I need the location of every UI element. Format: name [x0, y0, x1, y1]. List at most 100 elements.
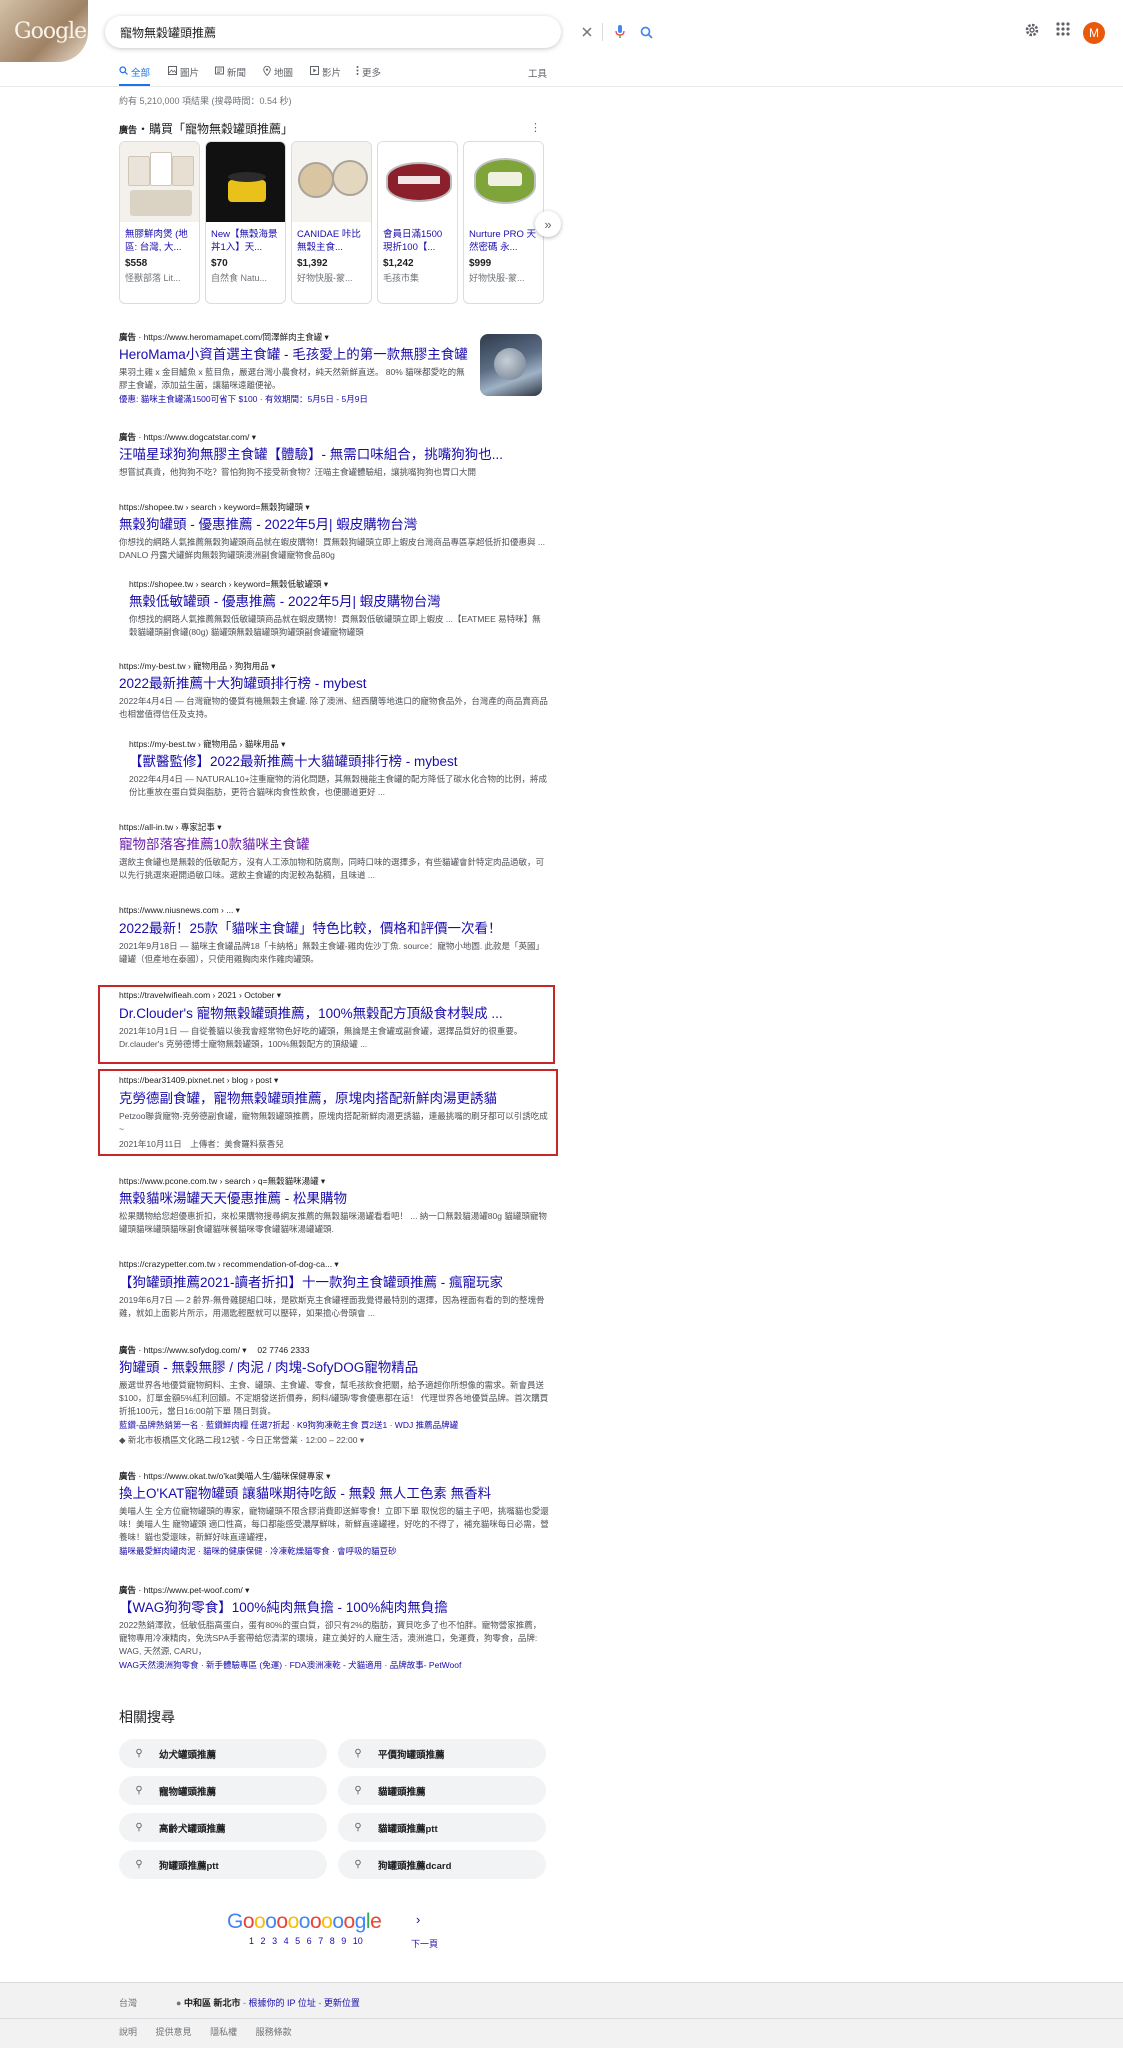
product-image[interactable]	[120, 142, 199, 222]
product-title[interactable]: New【無穀海景丼1入】天...	[206, 222, 285, 254]
product-image[interactable]	[206, 142, 285, 222]
product-card[interactable]: New【無穀海景丼1入】天... $70 自然食 Natu...	[205, 141, 286, 304]
result-url[interactable]: https://all-in.tw › 專家記事 ▾	[119, 821, 549, 833]
product-image[interactable]	[378, 142, 457, 222]
search-icon[interactable]	[634, 16, 658, 48]
result-title[interactable]: 汪喵星球狗狗無膠主食罐【體驗】- 無需口味組合，挑嘴狗狗也...	[119, 446, 549, 464]
footer-link-help[interactable]: 說明	[119, 2027, 137, 2037]
carousel-next-button[interactable]: »	[535, 211, 561, 237]
result-title[interactable]: 2022最新！25款「貓咪主食罐」特色比較，價格和評價一次看！	[119, 920, 549, 938]
result-url[interactable]: https://my-best.tw › 寵物用品 › 狗狗用品 ▾	[119, 660, 549, 672]
tab-news[interactable]: 新聞	[215, 64, 246, 80]
result-url[interactable]: https://shopee.tw › search › keyword=無穀低…	[129, 578, 549, 590]
account-avatar[interactable]: M	[1083, 22, 1105, 44]
result-url[interactable]: 廣告 · https://www.dogcatstar.com/ ▾	[119, 431, 549, 443]
page-link[interactable]: 3	[272, 1936, 277, 1946]
page-link[interactable]: 5	[295, 1936, 300, 1946]
result-sitelinks[interactable]: 貓咪最愛鮮肉罐肉泥 · 貓咪的健康保健 · 冷凍乾燥貓零食 · 會呼吸的貓豆砂	[119, 1545, 549, 1558]
related-search-chip[interactable]: ⚲ 狗罐頭推薦ptt	[119, 1850, 327, 1879]
footer-region: 台灣	[119, 1998, 138, 2008]
product-title[interactable]: 會員日滿1500 現折100【...	[378, 222, 457, 254]
footer-link-privacy[interactable]: 隱私權	[210, 2027, 237, 2037]
tab-all[interactable]: 全部	[119, 64, 150, 80]
related-search-chip[interactable]: ⚲ 貓罐頭推薦ptt	[338, 1813, 546, 1842]
product-card[interactable]: Nurture PRO 天然密碼 永... $999 好物快服-蒙...	[463, 141, 544, 304]
page-link[interactable]: 7	[318, 1936, 323, 1946]
result-snippet: 你想找的網路人氣推薦無穀低敏罐頭商品就在蝦皮購物！買無穀低敏罐頭立即上蝦皮 ..…	[129, 614, 541, 637]
product-image[interactable]	[464, 142, 543, 222]
related-search-chip[interactable]: ⚲ 幼犬罐頭推薦	[119, 1739, 327, 1768]
result-thumbnail[interactable]	[480, 334, 542, 396]
page-link[interactable]: 9	[341, 1936, 346, 1946]
update-location-link[interactable]: 更新位置	[324, 1998, 360, 2008]
tab-more[interactable]: 更多	[356, 64, 381, 80]
google-logo[interactable]: Google	[14, 19, 87, 44]
result-url[interactable]: 廣告 · https://www.heromamapet.com/岡澤鮮肉主食罐…	[119, 331, 469, 343]
page-link[interactable]: 10	[353, 1936, 363, 1946]
result-title[interactable]: Dr.Clouder's 寵物無穀罐頭推薦，100%無穀配方頂級食材製成 ...	[119, 1005, 549, 1023]
page-link[interactable]: 2	[261, 1936, 266, 1946]
related-search-chip[interactable]: ⚲ 平價狗罐頭推薦	[338, 1739, 546, 1768]
search-result: https://bear31409.pixnet.net › blog › po…	[119, 1075, 549, 1151]
tab-videos[interactable]: 影片	[310, 64, 341, 80]
result-title[interactable]: 【獸醫監修】2022最新推薦十大貓罐頭排行榜 - mybest	[129, 753, 549, 771]
footer-link-feedback[interactable]: 提供意見	[156, 2027, 192, 2037]
result-title[interactable]: 【狗罐頭推薦2021-讀者折扣】十一款狗主食罐頭推薦 - 瘋寵玩家	[119, 1274, 549, 1292]
google-doodle[interactable]: Google	[0, 0, 88, 62]
mic-icon[interactable]	[608, 16, 632, 48]
product-card[interactable]: CANIDAE 咔比 無穀主食... $1,392 好物快服-蒙...	[291, 141, 372, 304]
result-title[interactable]: 寵物部落客推薦10款貓咪主食罐	[119, 836, 549, 854]
result-title[interactable]: 【WAG狗狗零食】100%純肉無負擔 - 100%純肉無負擔	[119, 1599, 549, 1617]
search-input[interactable]: 寵物無穀罐頭推薦	[120, 24, 216, 41]
related-search-chip[interactable]: ⚲ 寵物罐頭推薦	[119, 1776, 327, 1805]
gear-icon[interactable]	[1024, 22, 1040, 43]
result-url[interactable]: https://www.niusnews.com › ... ▾	[119, 905, 549, 917]
result-sitelinks[interactable]: 優惠: 貓咪主食罐滿1500可省下 $100 · 有效期間：5月5日 - 5月9…	[119, 393, 469, 406]
page-link[interactable]: 6	[307, 1936, 312, 1946]
result-url[interactable]: 廣告 · https://www.okat.tw/o'kat美喵人生/貓咪保健專…	[119, 1470, 549, 1482]
result-title[interactable]: 2022最新推薦十大狗罐頭排行榜 - mybest	[119, 675, 549, 693]
result-url[interactable]: 廣告 · https://www.sofydog.com/ ▾ 02 7746 …	[119, 1344, 549, 1356]
result-snippet: 2022年4月4日 — 台灣寵物的優質有機無穀主食罐. 除了澳洲、紐西蘭等地進口…	[119, 696, 548, 719]
product-image[interactable]	[292, 142, 371, 222]
search-box[interactable]: 寵物無穀罐頭推薦	[105, 16, 653, 48]
result-title[interactable]: 無穀貓咪湯罐天天優惠推薦 - 松果購物	[119, 1190, 549, 1208]
result-sitelinks[interactable]: 藍鑽-品牌熱銷第一名 · 藍鑽鮮肉糧 任選7折起 · K9狗狗凍乾主食 買2送1…	[119, 1419, 549, 1432]
product-card[interactable]: 無膠鮮肉煲 (地區: 台灣, 大... $558 怪獸部落 Lit...	[119, 141, 200, 304]
tab-images[interactable]: 圖片	[168, 64, 199, 80]
result-title[interactable]: 無穀低敏罐頭 - 優惠推薦 - 2022年5月| 蝦皮購物台灣	[129, 593, 549, 611]
result-url[interactable]: https://shopee.tw › search › keyword=無穀狗…	[119, 501, 549, 513]
result-url[interactable]: 廣告 · https://www.pet-woof.com/ ▾	[119, 1584, 549, 1596]
product-title[interactable]: 無膠鮮肉煲 (地區: 台灣, 大...	[120, 222, 199, 254]
tools-button[interactable]: 工具	[528, 66, 547, 80]
result-title[interactable]: 狗罐頭 - 無穀無膠 / 肉泥 / 肉塊-SofyDOG寵物精品	[119, 1359, 549, 1377]
result-url[interactable]: https://crazypetter.com.tw › recommendat…	[119, 1259, 549, 1271]
news-icon	[215, 66, 224, 78]
footer-divider	[0, 2018, 1123, 2019]
result-title[interactable]: 無穀狗罐頭 - 優惠推薦 - 2022年5月| 蝦皮購物台灣	[119, 516, 549, 534]
result-title[interactable]: 換上O'KAT寵物罐頭 讓貓咪期待吃飯 - 無穀 無人工色素 無香料	[119, 1485, 549, 1503]
related-search-chip[interactable]: ⚲ 貓罐頭推薦	[338, 1776, 546, 1805]
tab-maps[interactable]: 地圖	[263, 64, 293, 80]
apps-grid-icon[interactable]	[1056, 22, 1070, 41]
result-title[interactable]: 克勞德副食罐，寵物無穀罐頭推薦，原塊肉搭配新鮮肉湯更誘貓	[119, 1090, 549, 1108]
product-title[interactable]: Nurture PRO 天然密碼 永...	[464, 222, 543, 254]
next-page-link[interactable]: 下一頁	[411, 1937, 438, 1950]
product-title[interactable]: CANIDAE 咔比 無穀主食...	[292, 222, 371, 254]
result-url[interactable]: https://travelwifieah.com › 2021 › Octob…	[119, 990, 549, 1002]
product-card[interactable]: 會員日滿1500 現折100【... $1,242 毛孩市集	[377, 141, 458, 304]
chevron-right-icon[interactable]: ›	[416, 1912, 420, 1927]
page-link[interactable]: 4	[284, 1936, 289, 1946]
result-url[interactable]: https://bear31409.pixnet.net › blog › po…	[119, 1075, 549, 1087]
related-search-chip[interactable]: ⚲ 狗罐頭推薦dcard	[338, 1850, 546, 1879]
clear-icon[interactable]	[575, 16, 599, 48]
result-url[interactable]: https://my-best.tw › 寵物用品 › 貓咪用品 ▾	[129, 738, 549, 750]
result-title[interactable]: HeroMama小資首選主食罐 - 毛孩愛上的第一款無膠主食罐	[119, 346, 469, 364]
footer-link-terms[interactable]: 服務條款	[256, 2027, 292, 2037]
related-search-chip[interactable]: ⚲ 高齡犬罐頭推薦	[119, 1813, 327, 1842]
result-url[interactable]: https://www.pcone.com.tw › search › q=無穀…	[119, 1175, 549, 1187]
more-options-icon[interactable]: ⋮	[530, 121, 541, 134]
result-sitelinks[interactable]: WAG天然澳洲狗零食 · 新手體驗專區 (免運) · FDA澳洲凍乾 - 犬貓適…	[119, 1659, 549, 1672]
ip-location-link[interactable]: 根據你的 IP 位址	[249, 1998, 316, 2008]
page-link[interactable]: 8	[330, 1936, 335, 1946]
